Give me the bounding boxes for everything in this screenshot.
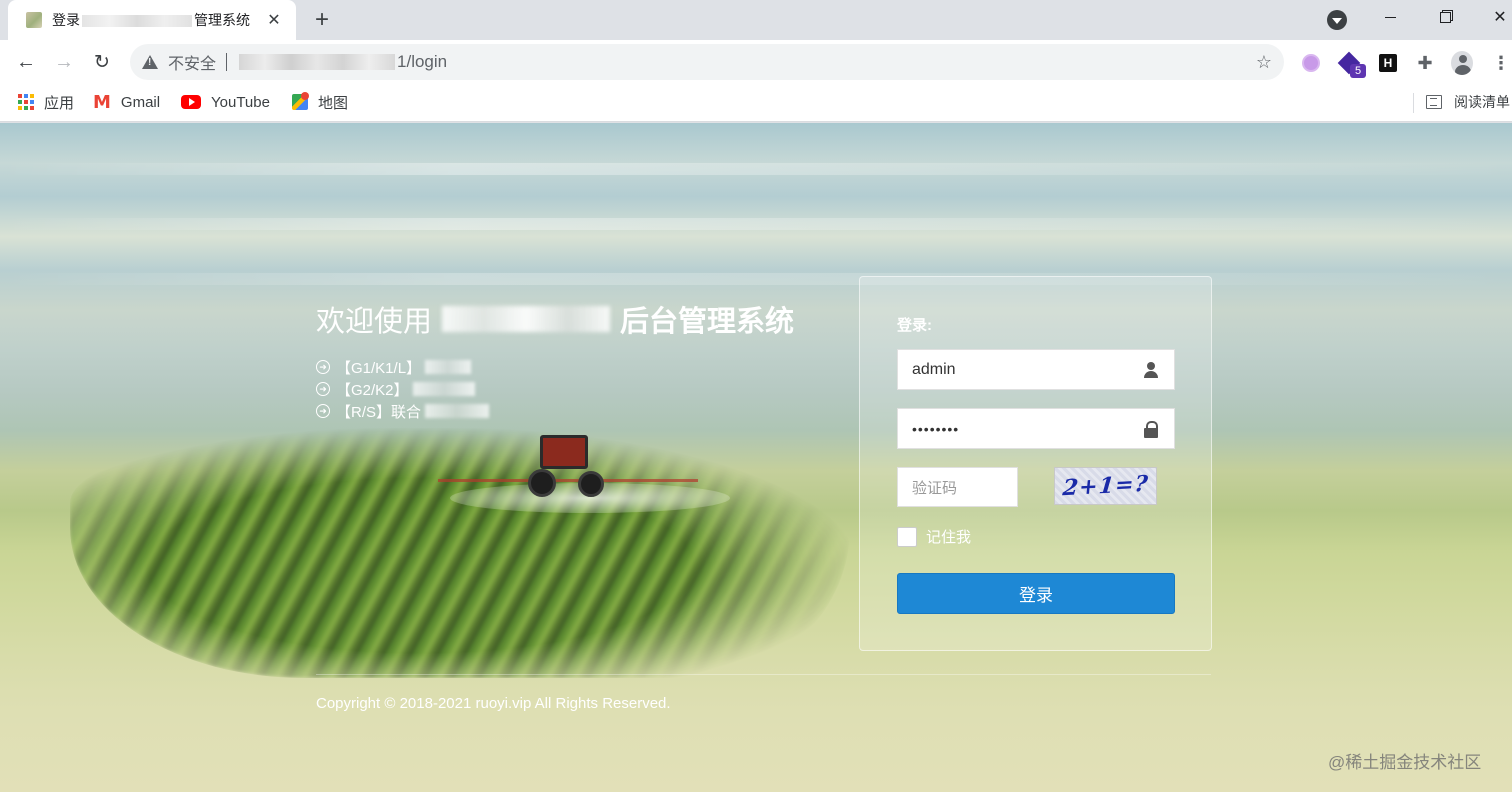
tab-title-suffix: 管理系统 [194, 12, 250, 28]
address-separator [226, 53, 228, 71]
bookmark-star-icon[interactable]: ☆ [1256, 52, 1272, 73]
close-window-button[interactable]: ✕ [1480, 0, 1512, 34]
footer-divider [316, 674, 1211, 675]
close-tab-icon[interactable]: ✕ [264, 10, 284, 30]
farm-field-illustration [70, 428, 850, 678]
browser-menu-icon[interactable]: ⋮ [1490, 52, 1512, 74]
youtube-icon [181, 95, 201, 109]
lock-icon [1142, 420, 1160, 438]
reading-list-button[interactable]: 阅读清单 [1426, 92, 1510, 112]
feature-item: ➜ 【G2/K2】 [316, 378, 489, 400]
profile-avatar-icon[interactable] [1451, 51, 1473, 75]
redacted-text [82, 15, 192, 28]
background-streak [0, 163, 1512, 175]
captcha-placeholder: 验证码 [912, 479, 958, 497]
extension-purple-icon[interactable] [1300, 52, 1322, 74]
arrow-circle-icon: ➜ [316, 404, 330, 418]
bookmark-maps[interactable]: 地图 [292, 92, 348, 112]
background-streak [0, 218, 1512, 230]
bookmark-label: 地图 [318, 94, 349, 112]
reading-list-icon [1426, 95, 1442, 109]
maps-icon [292, 92, 309, 110]
captcha-image[interactable]: 2+1=? [1054, 467, 1157, 505]
copyright-text: Copyright © 2018-2021 ruoyi.vip All Righ… [316, 695, 671, 712]
restore-window-button[interactable] [1425, 0, 1465, 34]
gmail-icon: M [93, 91, 111, 113]
user-icon [1142, 361, 1160, 379]
forward-arrow-icon[interactable]: → [50, 48, 78, 76]
tab-title-prefix: 登录 [52, 12, 80, 28]
warning-icon[interactable] [142, 54, 158, 70]
redacted-text [412, 382, 475, 396]
feature-item: ➜ 【R/S】联合 [316, 400, 490, 422]
extension-badge: 5 [1350, 64, 1366, 78]
new-tab-button[interactable]: + [308, 6, 336, 34]
feature-label: 【G1/K1/L】 [336, 359, 422, 377]
welcome-title: 欢迎使用 后台管理系统 [316, 298, 794, 340]
site-favicon-icon [26, 12, 42, 28]
remember-me-label: 记住我 [926, 529, 972, 546]
bookmark-label: YouTube [211, 93, 270, 111]
remember-me[interactable]: 记住我 [897, 526, 971, 547]
bookmark-youtube[interactable]: YouTube [181, 92, 270, 112]
captcha-field[interactable]: 验证码 [897, 467, 1018, 507]
extensions-puzzle-icon[interactable]: ✚ [1414, 52, 1436, 74]
bookmarks-bar: 应用 M Gmail YouTube 地图 阅读清单 [0, 84, 1512, 122]
redacted-system-name [442, 306, 611, 332]
apps-grid-icon [18, 94, 34, 110]
url-text[interactable]: 1/login [239, 52, 447, 72]
login-page: 欢迎使用 后台管理系统 ➜ 【G1/K1/L】 ➜ 【G2/K2】 ➜ 【R/S… [0, 123, 1512, 792]
bookmarks-divider [1413, 93, 1414, 113]
login-panel: 登录: admin •••••••• 验证码 2+1=? 记住我 登录 [859, 276, 1212, 651]
arrow-circle-icon: ➜ [316, 382, 330, 396]
redacted-text [425, 404, 490, 418]
feature-label: 【R/S】联合 [336, 403, 422, 421]
tab-title: 登录 管理系统 [52, 10, 264, 30]
bookmark-label: Gmail [120, 93, 161, 111]
reload-icon[interactable]: ↻ [88, 48, 116, 76]
tractor-illustration [438, 435, 698, 497]
browser-tabstrip: 登录 管理系统 ✕ + ✕ [0, 0, 1512, 40]
captcha-text: 2+1=? [1061, 470, 1150, 502]
feature-list: ➜ 【G1/K1/L】 ➜ 【G2/K2】 ➜ 【R/S】联合 [316, 356, 490, 422]
minimize-window-button[interactable] [1370, 0, 1410, 34]
background-streak [0, 273, 1512, 285]
watermark-text: @稀土掘金技术社区 [1328, 753, 1482, 772]
reading-list-label: 阅读清单 [1454, 94, 1510, 110]
login-heading: 登录: [897, 317, 932, 334]
welcome-suffix: 后台管理系统 [620, 306, 795, 338]
welcome-prefix: 欢迎使用 [316, 306, 433, 338]
tab-search-icon[interactable] [1327, 10, 1347, 30]
back-arrow-icon[interactable]: ← [12, 48, 40, 76]
remember-me-checkbox[interactable] [897, 526, 917, 547]
redacted-host [239, 54, 396, 70]
username-field[interactable]: admin [897, 349, 1175, 390]
username-value[interactable]: admin [912, 361, 1142, 379]
redacted-text [425, 360, 472, 374]
bookmark-apps[interactable]: 应用 [18, 92, 74, 112]
password-value[interactable]: •••••••• [912, 421, 1142, 437]
browser-toolbar: ← → ↻ 不安全 1/login ☆ [0, 40, 1512, 84]
extension-h-icon[interactable]: H [1377, 52, 1399, 74]
browser-tab-login[interactable]: 登录 管理系统 ✕ [8, 0, 296, 40]
bookmark-label: 应用 [44, 94, 75, 112]
login-button[interactable]: 登录 [897, 573, 1175, 614]
bookmark-gmail[interactable]: M Gmail [93, 91, 161, 113]
feature-item: ➜ 【G1/K1/L】 [316, 356, 489, 378]
password-field[interactable]: •••••••• [897, 408, 1175, 449]
security-status[interactable]: 不安全 [168, 50, 216, 74]
arrow-circle-icon: ➜ [316, 360, 330, 374]
url-path: 1/login [397, 52, 448, 71]
feature-label: 【G2/K2】 [336, 381, 409, 399]
address-bar[interactable]: 不安全 1/login ☆ [130, 44, 1284, 80]
